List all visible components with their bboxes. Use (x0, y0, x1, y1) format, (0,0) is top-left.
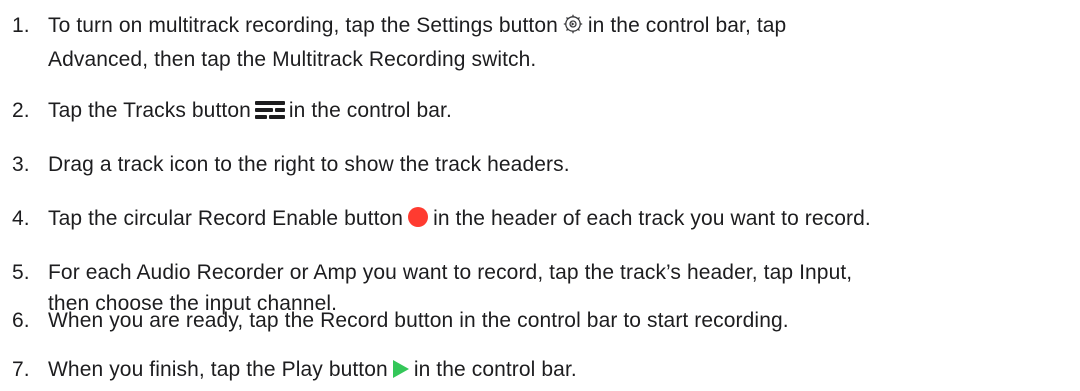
step-2: 2. Tap the Tracks button in the control ba… (12, 95, 1072, 129)
step-number: 1. (12, 14, 30, 37)
step-4: 4. Tap the circular Record Enable button i… (12, 203, 1072, 237)
step-text-line2: Advanced, then tap the Multitrack Record… (48, 48, 537, 71)
step-7: 7. When you finish, tap the Play button in… (12, 354, 1072, 388)
step-number: 3. (12, 153, 30, 176)
step-text-continued: in the control bar. (288, 99, 452, 122)
step-3: 3. Drag a track icon to the right to show… (12, 149, 1072, 180)
step-number: 6. (12, 309, 30, 332)
step-text: To turn on multitrack recording, tap the… (48, 14, 558, 37)
step-text: When you finish, tap the Play button (48, 358, 388, 381)
step-text: For each Audio Recorder or Amp you want … (48, 261, 853, 284)
step-text: Tap the circular Record Enable button (48, 207, 404, 230)
step-number: 2. (12, 99, 30, 122)
step-text: Drag a track icon to the right to show t… (48, 153, 570, 176)
step-number: 5. (12, 261, 30, 284)
step-6: 6. When you are ready, tap the Record but… (12, 305, 1072, 336)
step-text-continued: in the header of each track you want to … (433, 207, 871, 230)
step-text: When you are ready, tap the Record butto… (48, 309, 789, 332)
step-text-continued: in the control bar. (413, 358, 577, 381)
step-text: Tap the Tracks button (48, 99, 251, 122)
play-icon (392, 357, 410, 388)
step-text-continued: in the control bar, tap (587, 14, 787, 37)
step-number: 4. (12, 207, 30, 230)
settings-gear-icon (562, 13, 584, 44)
step-number: 7. (12, 358, 30, 381)
tracks-icon (254, 98, 285, 129)
record-enable-icon (407, 206, 429, 237)
step-1: 1. To turn on multitrack recording, tap t… (12, 10, 1072, 75)
